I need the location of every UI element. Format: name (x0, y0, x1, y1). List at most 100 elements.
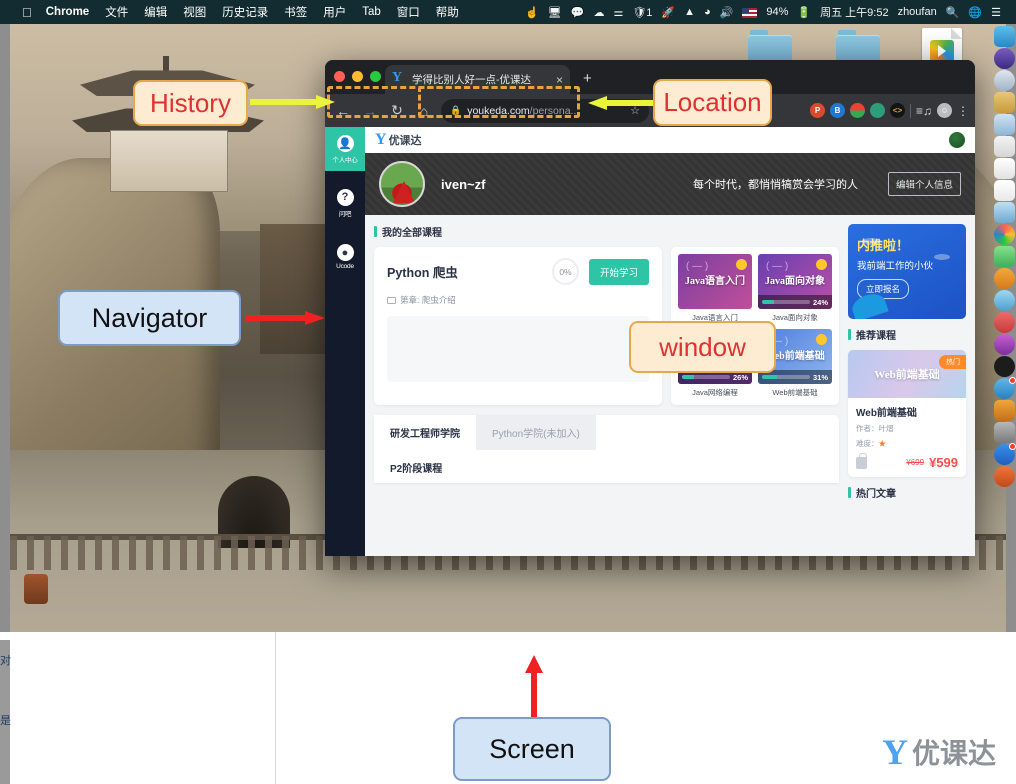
us-flag-icon[interactable] (742, 8, 757, 18)
menu-item-bookmarks[interactable]: 书签 (284, 4, 307, 20)
dock-app-numbers[interactable] (994, 180, 1015, 201)
menu-item-file[interactable]: 文件 (105, 4, 128, 20)
menu-item-window[interactable]: 窗口 (397, 4, 420, 20)
rocket-icon[interactable]: 🚀 (661, 6, 675, 19)
downloads-icon[interactable]: ≡♫ (916, 104, 932, 118)
lock-icon (856, 457, 867, 469)
dock-app-messages[interactable] (994, 246, 1015, 267)
battery-charging-icon[interactable]: 🔋 (797, 6, 811, 19)
control-center-icon[interactable]: ☰ (991, 6, 1001, 19)
dock-app-appstore[interactable] (994, 378, 1015, 399)
profile-avatar-icon[interactable]: ☺ (937, 103, 952, 118)
dock-app-mail[interactable] (994, 444, 1015, 465)
my-courses-heading: 我的全部课程 (374, 224, 839, 239)
desktop-folder-2[interactable] (836, 30, 880, 64)
globe-icon[interactable]: 🌐 (968, 6, 982, 19)
menu-item-profiles[interactable]: 用户 (323, 4, 346, 20)
menubar-username[interactable]: zhoufan (898, 6, 937, 18)
pocket-extension-icon[interactable]: P (810, 103, 825, 118)
menu-item-tab[interactable]: Tab (362, 6, 381, 18)
toolbar-divider (910, 104, 911, 118)
tab-dev-engineer-academy[interactable]: 研发工程师学院 (374, 415, 476, 450)
filter-icon[interactable]: ⚌ (613, 6, 623, 19)
apple-icon[interactable]:  (22, 5, 32, 20)
dock-app-notes[interactable] (994, 92, 1015, 113)
desktop-folder-1[interactable] (748, 30, 792, 64)
battery-percent[interactable]: 94% (766, 6, 788, 18)
course-grid-item[interactable]: ( — ) Java语言入门 Java语言入门 (678, 254, 752, 323)
dock-app-calendar[interactable] (994, 136, 1015, 157)
sidebar-item-personal-center[interactable]: 👤 个人中心 (325, 127, 365, 171)
site-topbar: Y 优课达 (365, 127, 975, 153)
promo-banner[interactable]: 内推啦！ 我前端工作的小伙 立即报名 (848, 224, 966, 319)
close-icon[interactable]: × (556, 74, 563, 86)
menu-item-help[interactable]: 帮助 (436, 4, 459, 20)
translate-extension-icon[interactable] (870, 103, 885, 118)
dropbox-icon[interactable]: ▲ (684, 6, 695, 18)
price-current: ¥599 (929, 455, 958, 470)
dock-app-siri[interactable] (994, 48, 1015, 69)
arrow-right-icon[interactable]: → (358, 99, 382, 123)
dock-app-books[interactable] (994, 268, 1015, 289)
dock-app-terminal[interactable] (994, 356, 1015, 377)
adblock-extension-icon[interactable] (850, 103, 865, 118)
close-window-button[interactable] (334, 71, 345, 82)
devtools-extension-icon[interactable]: <> (890, 103, 905, 118)
youkeda-favicon (392, 73, 406, 87)
volume-icon[interactable]: 🔊 (720, 6, 734, 19)
tab-python-academy[interactable]: Python学院(未加入) (476, 415, 596, 450)
dock-app-safari[interactable] (994, 70, 1015, 91)
price-row: ¥699 ¥599 (856, 455, 958, 470)
cloud-sync-icon[interactable]: ☁ (593, 6, 604, 19)
profile-photo[interactable] (379, 161, 425, 207)
screen-share-icon[interactable]: 🖥 (548, 6, 562, 19)
reload-icon[interactable]: ↻ (385, 99, 409, 123)
wifi-icon[interactable]: ◕ (704, 6, 711, 18)
menu-item-edit[interactable]: 编辑 (144, 4, 167, 20)
medal-icon (816, 259, 827, 270)
dock-app-itunes[interactable] (994, 334, 1015, 355)
url-host: youkeda.com (467, 105, 529, 117)
bluetooth-extension-icon[interactable]: B (830, 103, 845, 118)
status-badge: 热门 (939, 355, 966, 369)
menu-item-chrome[interactable]: Chrome (46, 6, 89, 18)
dock-app-preview[interactable] (994, 114, 1015, 135)
dock-app-photos[interactable] (994, 224, 1015, 245)
screenshot-root: 对 是  Chrome 文件 编辑 视图 历史记录 书签 用户 Tab 窗口 … (0, 0, 1016, 784)
hot-articles-heading: 热门文章 (848, 485, 966, 500)
recommended-course-card[interactable]: Web前端基础 热门 Web前端基础 作者：叶熠 难度：★ ¥699 (848, 350, 966, 477)
menubar-datetime[interactable]: 周五 上午9:52 (820, 4, 888, 20)
dock-app-music[interactable] (994, 312, 1015, 333)
dock-app-podcast[interactable] (994, 290, 1015, 311)
stage-title: P2阶段课程 (374, 450, 839, 483)
sidebar-item-ucode[interactable]: ● Ucode (325, 235, 365, 279)
maximize-window-button[interactable] (370, 71, 381, 82)
shield-icon[interactable]: 🛡1 (632, 6, 652, 19)
course-grid-item[interactable]: ( — ) Java面向对象 24% Java面向对象 (758, 254, 832, 323)
kebab-menu-icon[interactable]: ⋮ (957, 104, 969, 118)
tab-title: 学得比别人好一点-优课达 (412, 72, 550, 87)
hand-icon[interactable]: ☝ (525, 6, 539, 19)
sidebar-item-qa[interactable]: ? 问吧 (325, 181, 365, 225)
annotation-window: window (629, 321, 776, 373)
dock-app-sketch[interactable] (994, 400, 1015, 421)
browser-tab[interactable]: 学得比别人好一点-优课达 × (385, 65, 570, 94)
avatar[interactable] (949, 132, 965, 148)
menu-item-view[interactable]: 视图 (183, 4, 206, 20)
dock-app-other[interactable] (994, 466, 1015, 487)
dock-app-finder[interactable] (994, 26, 1015, 47)
site-logo[interactable]: Y 优课达 (375, 132, 422, 148)
chapter-label: 第章: 爬虫介绍 (400, 294, 456, 306)
chat-bubble-icon[interactable]: 💬 (571, 6, 585, 19)
minimize-window-button[interactable] (352, 71, 363, 82)
search-icon[interactable]: 🔍 (946, 6, 960, 19)
dock-app-preferences[interactable] (994, 422, 1015, 443)
dock-app-pages[interactable] (994, 158, 1015, 179)
start-learning-button[interactable]: 开始学习 (589, 259, 649, 285)
plus-icon[interactable]: + (583, 70, 592, 87)
current-course-card[interactable]: Python 爬虫 0% 开始学习 第章: 爬虫介绍 (374, 247, 662, 405)
edit-profile-button[interactable]: 编辑个人信息 (888, 172, 961, 196)
dock-app-maps[interactable] (994, 202, 1015, 223)
menu-item-history[interactable]: 历史记录 (222, 4, 268, 20)
home-icon[interactable]: ⌂ (412, 99, 436, 123)
